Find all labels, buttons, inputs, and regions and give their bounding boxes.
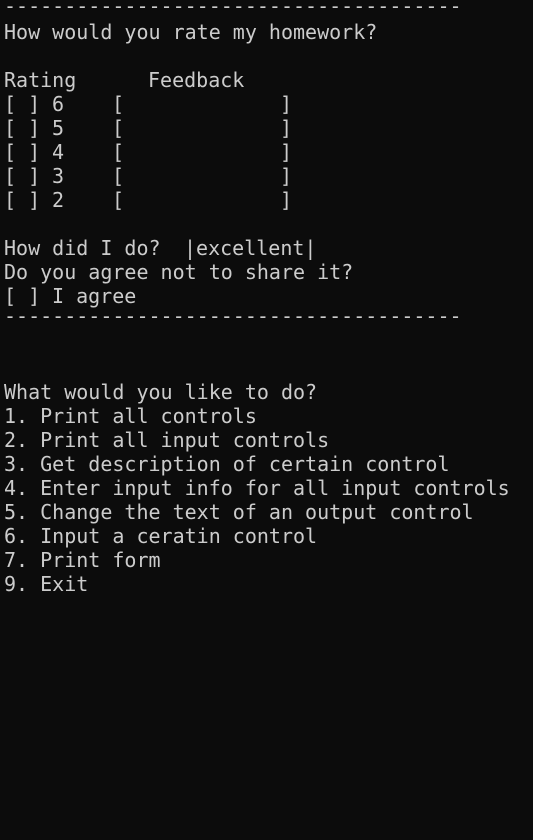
feedback-input[interactable] (128, 92, 278, 116)
menu-item: 2. Print all input controls (4, 428, 330, 452)
rating-question: How would you rate my homework? (4, 20, 378, 44)
agree-question: Do you agree not to share it? (4, 260, 354, 284)
rating-checkbox-2[interactable]: [ ] (4, 188, 40, 212)
feedback-open-bracket: [ (112, 116, 125, 140)
rating-row: [ ] 5 [ ] (4, 116, 533, 140)
feedback-close-bracket: ] (280, 116, 293, 140)
rating-value: 6 (52, 92, 65, 116)
menu-item: 6. Input a ceratin control (4, 524, 318, 548)
feedback-open-bracket: [ (112, 140, 125, 164)
how-row: How did I do? |excellent| (4, 236, 533, 260)
how-output-field: |excellent| (184, 236, 317, 260)
rating-checkbox-4[interactable]: [ ] (4, 140, 40, 164)
rating-row: [ ] 2 [ ] (4, 188, 533, 212)
feedback-input[interactable] (128, 116, 278, 140)
separator-bottom: -------------------------------------- (4, 304, 462, 328)
feedback-close-bracket: ] (280, 164, 293, 188)
how-label: How did I do? (4, 236, 161, 260)
feedback-open-bracket: [ (112, 92, 125, 116)
feedback-close-bracket: ] (280, 140, 293, 164)
rating-value: 4 (52, 140, 65, 164)
menu-prompt: What would you like to do? (4, 380, 318, 404)
rating-checkbox-5[interactable]: [ ] (4, 116, 40, 140)
feedback-input[interactable] (128, 140, 278, 164)
menu-item: 3. Get description of certain control (4, 452, 450, 476)
rating-row: [ ] 4 [ ] (4, 140, 533, 164)
console-window: -------------------------------------- H… (4, 0, 533, 597)
feedback-open-bracket: [ (112, 164, 125, 188)
menu-item: 7. Print form (4, 548, 161, 572)
feedback-close-bracket: ] (280, 92, 293, 116)
menu-item: 4. Enter input info for all input contro… (4, 476, 510, 500)
rating-row: [ ] 6 [ ] (4, 92, 533, 116)
feedback-input[interactable] (128, 164, 278, 188)
rating-checkbox-3[interactable]: [ ] (4, 164, 40, 188)
header-row: Rating Feedback (4, 68, 533, 92)
menu-item: 9. Exit (4, 572, 89, 596)
rating-value: 3 (52, 164, 65, 188)
menu-item: 5. Change the text of an output control (4, 500, 474, 524)
feedback-close-bracket: ] (280, 188, 293, 212)
separator-top: -------------------------------------- (4, 0, 462, 18)
menu-item: 1. Print all controls (4, 404, 257, 428)
feedback-header: Feedback (148, 68, 245, 92)
feedback-open-bracket: [ (112, 188, 125, 212)
rating-value: 5 (52, 116, 65, 140)
rating-value: 2 (52, 188, 65, 212)
rating-header: Rating (4, 68, 77, 92)
rating-checkbox-6[interactable]: [ ] (4, 92, 40, 116)
feedback-input[interactable] (128, 188, 278, 212)
rating-row: [ ] 3 [ ] (4, 164, 533, 188)
